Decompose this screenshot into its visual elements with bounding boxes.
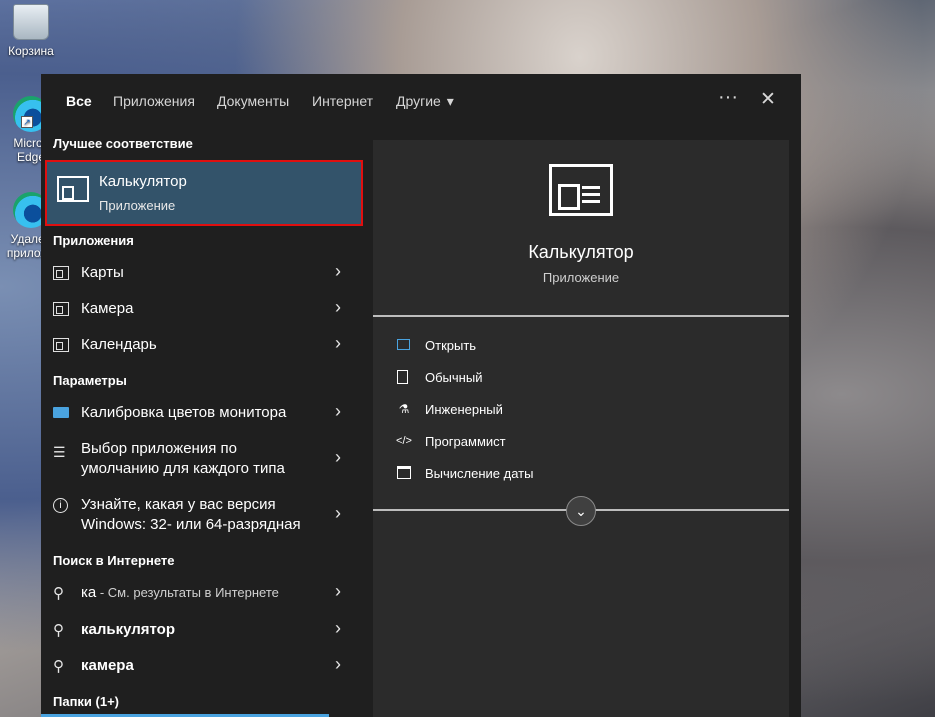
detail-pane: Калькулятор Приложение Открыть Обычный ⚗… xyxy=(373,140,789,717)
calculator-icon xyxy=(397,370,408,384)
web-search-term: камера xyxy=(81,657,134,674)
action-label: Открыть xyxy=(425,338,477,353)
setting-label: Калибровка цветов монитора xyxy=(81,404,287,421)
chevron-right-icon[interactable]: › xyxy=(335,401,341,422)
action-label: Вычисление даты xyxy=(425,466,534,481)
section-best-match: Лучшее соответствие xyxy=(53,136,193,151)
web-item-calculator[interactable]: ⚲ калькулятор › xyxy=(41,618,361,643)
monitor-icon xyxy=(53,407,69,418)
setting-item-default-apps[interactable]: ☰ Выбор приложения по умолчанию для кажд… xyxy=(41,440,361,482)
detail-subtitle: Приложение xyxy=(542,270,620,285)
setting-item-calibrate[interactable]: Калибровка цветов монитора › xyxy=(41,401,361,426)
tab-apps[interactable]: Приложения xyxy=(113,93,195,109)
tab-documents[interactable]: Документы xyxy=(217,93,289,109)
app-icon xyxy=(53,338,69,352)
shortcut-arrow-icon: ↗ xyxy=(21,116,33,128)
app-label: Камера xyxy=(81,300,134,317)
setting-label-line2: Windows: 32- или 64-разрядная xyxy=(81,516,301,533)
calendar-icon xyxy=(397,466,411,479)
search-icon: ⚲ xyxy=(53,622,64,639)
tab-more[interactable]: Другие ▾ xyxy=(396,93,454,110)
web-item-ka[interactable]: ⚲ ка - См. результаты в Интернете › xyxy=(41,581,361,606)
app-label: Календарь xyxy=(81,336,157,353)
recycle-bin-icon xyxy=(13,4,49,40)
best-match-calculator[interactable]: Калькулятор Приложение xyxy=(45,160,363,226)
chevron-right-icon[interactable]: › xyxy=(335,503,341,524)
detail-title: Калькулятор xyxy=(528,242,634,262)
setting-label: Узнайте, какая у вас версия xyxy=(81,496,276,513)
flask-icon: ⚗ xyxy=(398,402,410,416)
setting-label-line2: умолчанию для каждого типа xyxy=(81,460,285,477)
web-search-term: калькулятор xyxy=(81,621,176,638)
expand-button[interactable]: ⌄ xyxy=(566,496,596,526)
chevron-right-icon[interactable]: › xyxy=(335,654,341,675)
app-icon xyxy=(53,266,69,280)
section-apps: Приложения xyxy=(53,233,134,248)
web-search-text: ка - См. результаты в Интернете xyxy=(81,584,279,601)
section-web: Поиск в Интернете xyxy=(53,553,175,568)
divider xyxy=(373,315,789,317)
search-icon: ⚲ xyxy=(53,585,64,602)
desktop-icon-recycle-bin[interactable]: Корзина xyxy=(0,4,62,58)
chevron-right-icon[interactable]: › xyxy=(335,447,341,468)
section-folders: Папки (1+) xyxy=(53,694,120,709)
tab-web[interactable]: Интернет xyxy=(312,93,373,109)
setting-item-windows-version[interactable]: i Узнайте, какая у вас версия Windows: 3… xyxy=(41,496,361,538)
web-item-camera[interactable]: ⚲ камера › xyxy=(41,654,361,679)
open-icon xyxy=(397,339,410,350)
more-options-button[interactable]: ··· xyxy=(718,86,738,109)
action-label: Программист xyxy=(425,434,506,449)
action-label: Инженерный xyxy=(425,402,503,417)
best-match-title: Калькулятор xyxy=(99,173,187,190)
chevron-right-icon[interactable]: › xyxy=(335,297,341,318)
chevron-right-icon[interactable]: › xyxy=(335,618,341,639)
app-item-calendar[interactable]: Календарь › xyxy=(41,333,361,358)
search-icon: ⚲ xyxy=(53,658,64,675)
chevron-right-icon[interactable]: › xyxy=(335,333,341,354)
code-icon: </> xyxy=(396,435,412,447)
chevron-right-icon[interactable]: › xyxy=(335,261,341,282)
setting-label: Выбор приложения по xyxy=(81,440,237,457)
chevron-down-icon: ▾ xyxy=(446,93,454,109)
info-icon: i xyxy=(53,498,68,513)
web-search-term: ка xyxy=(81,584,97,601)
tab-more-label: Другие xyxy=(396,93,441,109)
action-label: Обычный xyxy=(425,370,483,385)
app-icon xyxy=(53,302,69,316)
search-panel: Все Приложения Документы Интернет Другие… xyxy=(41,74,801,717)
list-icon: ☰ xyxy=(53,444,66,460)
section-settings: Параметры xyxy=(53,373,127,388)
app-item-maps[interactable]: Карты › xyxy=(41,261,361,286)
web-search-hint: - См. результаты в Интернете xyxy=(96,585,279,600)
app-item-camera[interactable]: Камера › xyxy=(41,297,361,322)
app-label: Карты xyxy=(81,264,124,281)
calculator-app-icon xyxy=(57,176,89,202)
calculator-app-icon-large xyxy=(549,164,613,216)
search-tabs: Все Приложения Документы Интернет Другие… xyxy=(41,74,801,128)
desktop-icon-label: Корзина xyxy=(8,44,54,58)
close-button[interactable]: ✕ xyxy=(760,88,776,111)
tab-all[interactable]: Все xyxy=(66,93,92,109)
chevron-right-icon[interactable]: › xyxy=(335,581,341,602)
best-match-subtitle: Приложение xyxy=(99,198,176,213)
